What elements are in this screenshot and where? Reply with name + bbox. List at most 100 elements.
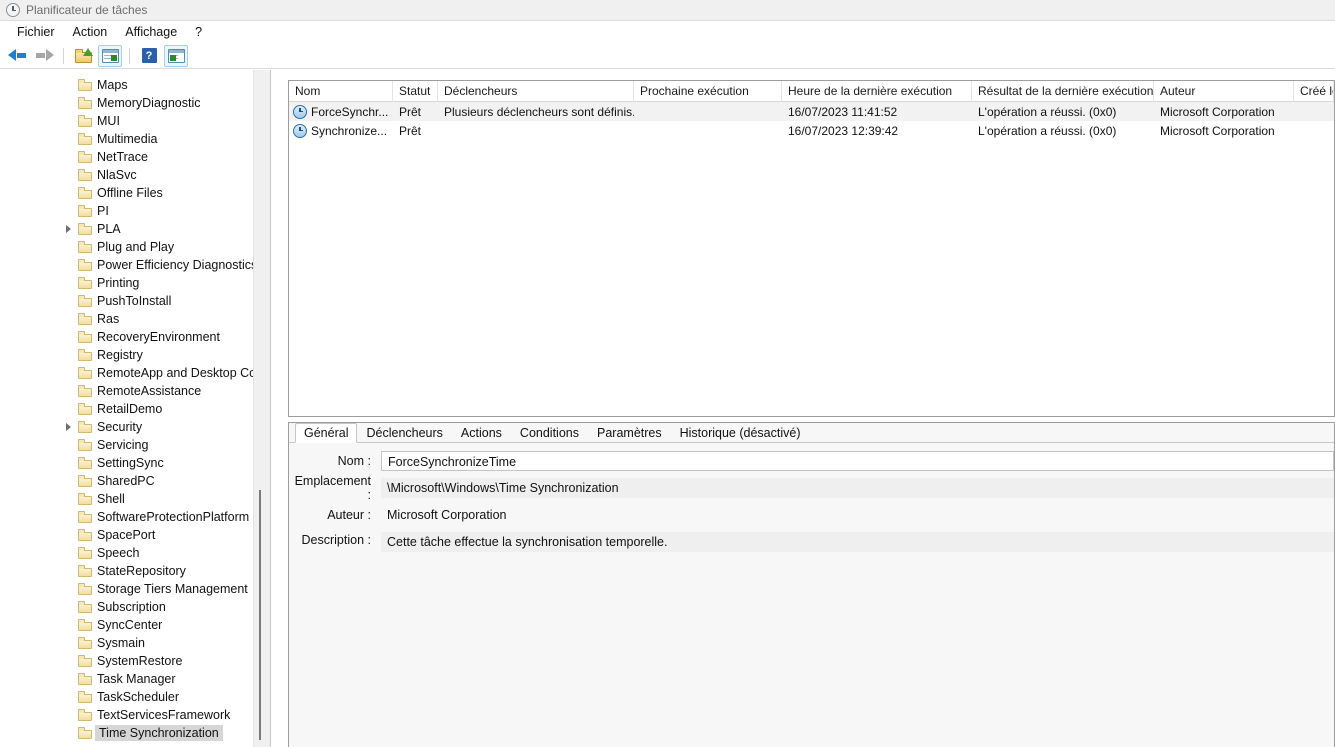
- folder-icon: [78, 673, 92, 685]
- tree-item-label: Plug and Play: [97, 240, 175, 254]
- tree-item-label: RemoteApp and Desktop Connections: [97, 366, 270, 380]
- tree-item[interactable]: Ras: [0, 310, 270, 328]
- tree-item[interactable]: Offline Files: [0, 184, 270, 202]
- menu-action[interactable]: Action: [64, 23, 117, 41]
- tab-conditions[interactable]: Conditions: [511, 423, 588, 443]
- tree-item[interactable]: Registry: [0, 346, 270, 364]
- tree-item[interactable]: TextServicesFramework: [0, 706, 270, 724]
- tab-actions[interactable]: Actions: [452, 423, 511, 443]
- tree-item[interactable]: SpacePort: [0, 526, 270, 544]
- tree-item[interactable]: Printing: [0, 274, 270, 292]
- tree-item[interactable]: PI: [0, 202, 270, 220]
- menu-affichage[interactable]: Affichage: [116, 23, 186, 41]
- menu-fichier[interactable]: Fichier: [8, 23, 64, 41]
- toolbar-separator-1: [63, 47, 64, 64]
- tree-item[interactable]: NetTrace: [0, 148, 270, 166]
- tree-item[interactable]: Speech: [0, 544, 270, 562]
- column-header[interactable]: Déclencheurs: [438, 81, 634, 102]
- tree-item[interactable]: StateRepository: [0, 562, 270, 580]
- tree-item[interactable]: RetailDemo: [0, 400, 270, 418]
- task-list-body: ForceSynchr... Prêt Plusieurs déclencheurs…: [289, 102, 1334, 140]
- tree-item[interactable]: Time Synchronization: [0, 724, 270, 742]
- tree-item[interactable]: SyncCenter: [0, 616, 270, 634]
- console-tree-pane[interactable]: Maps MemoryDiagnostic MUI Multimedia NetTrac…: [0, 70, 271, 747]
- tree-item[interactable]: MUI: [0, 112, 270, 130]
- tree-item[interactable]: PLA: [0, 220, 270, 238]
- tree-item[interactable]: PushToInstall: [0, 292, 270, 310]
- name-field[interactable]: ForceSynchronizeTime: [381, 451, 1334, 471]
- column-header[interactable]: Créé le: [1294, 81, 1334, 102]
- table-row[interactable]: ForceSynchr... Prêt Plusieurs déclencheurs…: [289, 102, 1334, 121]
- tree-item[interactable]: Power Efficiency Diagnostics: [0, 256, 270, 274]
- menu-help[interactable]: ?: [186, 23, 211, 41]
- tree-item[interactable]: Servicing: [0, 436, 270, 454]
- tree-item[interactable]: NlaSvc: [0, 166, 270, 184]
- tree-item[interactable]: Storage Tiers Management: [0, 580, 270, 598]
- tree-item[interactable]: MemoryDiagnostic: [0, 94, 270, 112]
- table-row[interactable]: Synchronize... Prêt 16/07/2023 12:39:42 L'o…: [289, 121, 1334, 140]
- tree-item-label: TextServicesFramework: [97, 708, 231, 722]
- show-hide-console-tree-button[interactable]: [98, 44, 122, 67]
- tree-item[interactable]: Task Manager: [0, 670, 270, 688]
- tree-item[interactable]: RemoteAssistance: [0, 382, 270, 400]
- tree-item[interactable]: Sysmain: [0, 634, 270, 652]
- tree-item-label: SharedPC: [97, 474, 155, 488]
- up-one-level-button[interactable]: [71, 45, 95, 67]
- folder-icon: [78, 565, 92, 577]
- tree-vertical-scrollbar[interactable]: [253, 70, 270, 747]
- show-action-pane-button[interactable]: [164, 44, 188, 67]
- cell-last-run-result: L'opération a réussi. (0x0): [978, 123, 1117, 138]
- folder-icon: [78, 205, 92, 217]
- folder-icon: [78, 187, 92, 199]
- tree-item[interactable]: Maps: [0, 76, 270, 94]
- tree-item-label: Registry: [97, 348, 143, 362]
- tree-item[interactable]: TaskScheduler: [0, 688, 270, 706]
- tree-item[interactable]: SharedPC: [0, 472, 270, 490]
- tree-item[interactable]: RemoteApp and Desktop Connections: [0, 364, 270, 382]
- column-header[interactable]: Résultat de la dernière exécution: [972, 81, 1154, 102]
- tree-item[interactable]: SoftwareProtectionPlatform: [0, 508, 270, 526]
- column-header[interactable]: Heure de la dernière exécution: [782, 81, 972, 102]
- tree-item-label: Time Synchronization: [95, 725, 223, 741]
- column-header[interactable]: Auteur: [1154, 81, 1294, 102]
- author-label: Auteur :: [327, 508, 371, 522]
- tree-item[interactable]: SystemRestore: [0, 652, 270, 670]
- tree-item[interactable]: Shell: [0, 490, 270, 508]
- folder-icon: [78, 79, 92, 91]
- tree-item[interactable]: Subscription: [0, 598, 270, 616]
- toolbar: ?: [0, 43, 1335, 69]
- tree-item[interactable]: Plug and Play: [0, 238, 270, 256]
- tree-item-label: Ras: [97, 312, 120, 326]
- forward-button[interactable]: [32, 45, 56, 67]
- folder-icon: [78, 115, 92, 127]
- tree-item-label: SoftwareProtectionPlatform: [97, 510, 250, 524]
- folder-icon: [78, 259, 92, 271]
- tree-item-label: RemoteAssistance: [97, 384, 202, 398]
- tree-item-label: Sysmain: [97, 636, 145, 650]
- tree-item-label: PI: [97, 204, 109, 218]
- tree-item[interactable]: SettingSync: [0, 454, 270, 472]
- window-title: Planificateur de tâches: [26, 3, 148, 17]
- tab-g-n-ral[interactable]: Général: [295, 423, 358, 443]
- tree-item-label: Power Efficiency Diagnostics: [97, 258, 258, 272]
- column-header[interactable]: Prochaine exécution: [634, 81, 782, 102]
- folder-icon: [78, 97, 92, 109]
- field-row-location: Emplacement : \Microsoft\Windows\Time Sy…: [289, 474, 1334, 502]
- column-header[interactable]: Nom: [289, 81, 393, 102]
- tab-d-clencheurs[interactable]: Déclencheurs: [357, 423, 451, 443]
- tab-param-tres[interactable]: Paramètres: [588, 423, 671, 443]
- tree-item[interactable]: Security: [0, 418, 270, 436]
- task-list-pane[interactable]: Nom Statut Déclencheurs Prochaine exécution…: [288, 80, 1335, 417]
- description-label: Description :: [301, 533, 371, 547]
- tree-scrollbar-thumb[interactable]: [259, 490, 261, 740]
- tree-item[interactable]: RecoveryEnvironment: [0, 328, 270, 346]
- folder-icon: [78, 223, 92, 235]
- column-header[interactable]: Statut: [393, 81, 438, 102]
- tree-item[interactable]: Multimedia: [0, 130, 270, 148]
- help-button[interactable]: ?: [137, 45, 161, 67]
- back-arrow-icon: [7, 49, 27, 62]
- back-button[interactable]: [5, 45, 29, 67]
- chevron-right-icon[interactable]: [64, 224, 74, 234]
- tab-historique-d-sactiv[interactable]: Historique (désactivé): [671, 423, 810, 443]
- chevron-right-icon[interactable]: [64, 422, 74, 432]
